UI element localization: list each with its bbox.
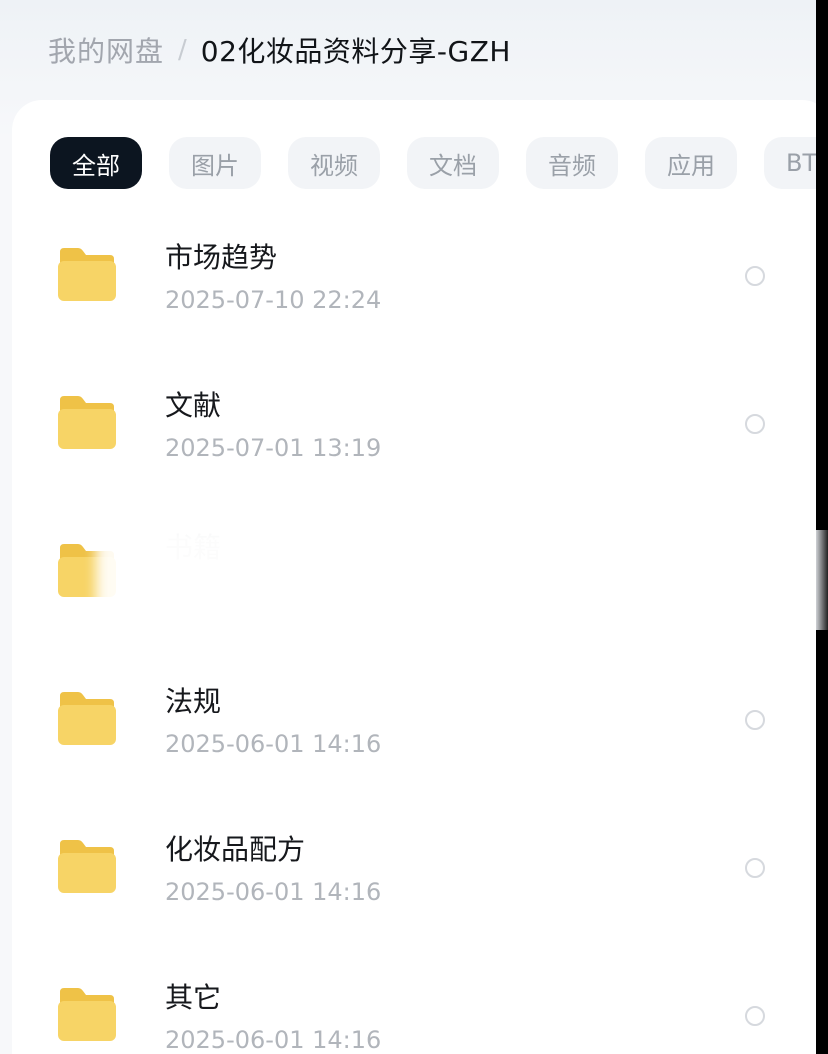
tab-apps[interactable]: 应用 [645, 137, 737, 189]
file-type-filter-tabs: 全部 图片 视频 文档 音频 应用 BT [50, 136, 816, 190]
file-date: 2025-06-01 14:16 [165, 1026, 382, 1054]
folder-icon [58, 840, 116, 893]
folder-icon [58, 396, 116, 449]
folder-icon [58, 988, 116, 1041]
tab-audio[interactable]: 音频 [526, 137, 618, 189]
list-item[interactable]: 文献 2025-07-01 13:19 [0, 348, 816, 496]
breadcrumb-current-folder: 02化妆品资料分享-GZH [200, 35, 511, 68]
cloud-drive-screen: 我的网盘 / 02化妆品资料分享-GZH 全部 图片 视频 文档 音频 应用 B… [0, 0, 816, 1054]
tab-images[interactable]: 图片 [169, 137, 261, 189]
file-date: 2025-07-10 22:24 [165, 286, 382, 314]
tab-all[interactable]: 全部 [50, 137, 142, 189]
folder-icon [58, 692, 116, 745]
file-name: 法规 [165, 685, 222, 718]
screen-edge [816, 0, 828, 1054]
file-date: 2025-06-01 14:16 [165, 878, 382, 906]
list-item[interactable]: 市场趋势 2025-07-10 22:24 [0, 200, 816, 348]
file-name: 其它 [165, 981, 222, 1014]
select-radio[interactable] [745, 1006, 765, 1026]
file-name: 化妆品配方 [165, 833, 306, 866]
select-radio[interactable] [745, 858, 765, 878]
file-date: 2025-06-01 14:16 [165, 730, 382, 758]
file-name: 市场趋势 [165, 241, 278, 274]
select-radio[interactable] [745, 414, 765, 434]
list-item[interactable]: 书籍 [0, 496, 816, 644]
tab-documents[interactable]: 文档 [407, 137, 499, 189]
breadcrumb-separator: / [178, 35, 187, 65]
obscured-overlay [96, 526, 696, 622]
tab-videos[interactable]: 视频 [288, 137, 380, 189]
list-item[interactable]: 化妆品配方 2025-06-01 14:16 [0, 792, 816, 940]
file-list: 市场趋势 2025-07-10 22:24 文献 2025-07-01 13:1… [0, 200, 816, 1054]
tab-bt[interactable]: BT [764, 137, 816, 189]
select-radio[interactable] [745, 710, 765, 730]
file-name: 文献 [165, 389, 222, 422]
select-radio[interactable] [745, 266, 765, 286]
breadcrumb-root-link[interactable]: 我的网盘 [48, 30, 164, 70]
file-date: 2025-07-01 13:19 [165, 434, 382, 462]
screen-edge-glint [816, 530, 828, 630]
list-item[interactable]: 法规 2025-06-01 14:16 [0, 644, 816, 792]
list-item[interactable]: 其它 2025-06-01 14:16 [0, 940, 816, 1054]
folder-icon [58, 248, 116, 301]
breadcrumb: 我的网盘 / 02化妆品资料分享-GZH [48, 28, 511, 72]
